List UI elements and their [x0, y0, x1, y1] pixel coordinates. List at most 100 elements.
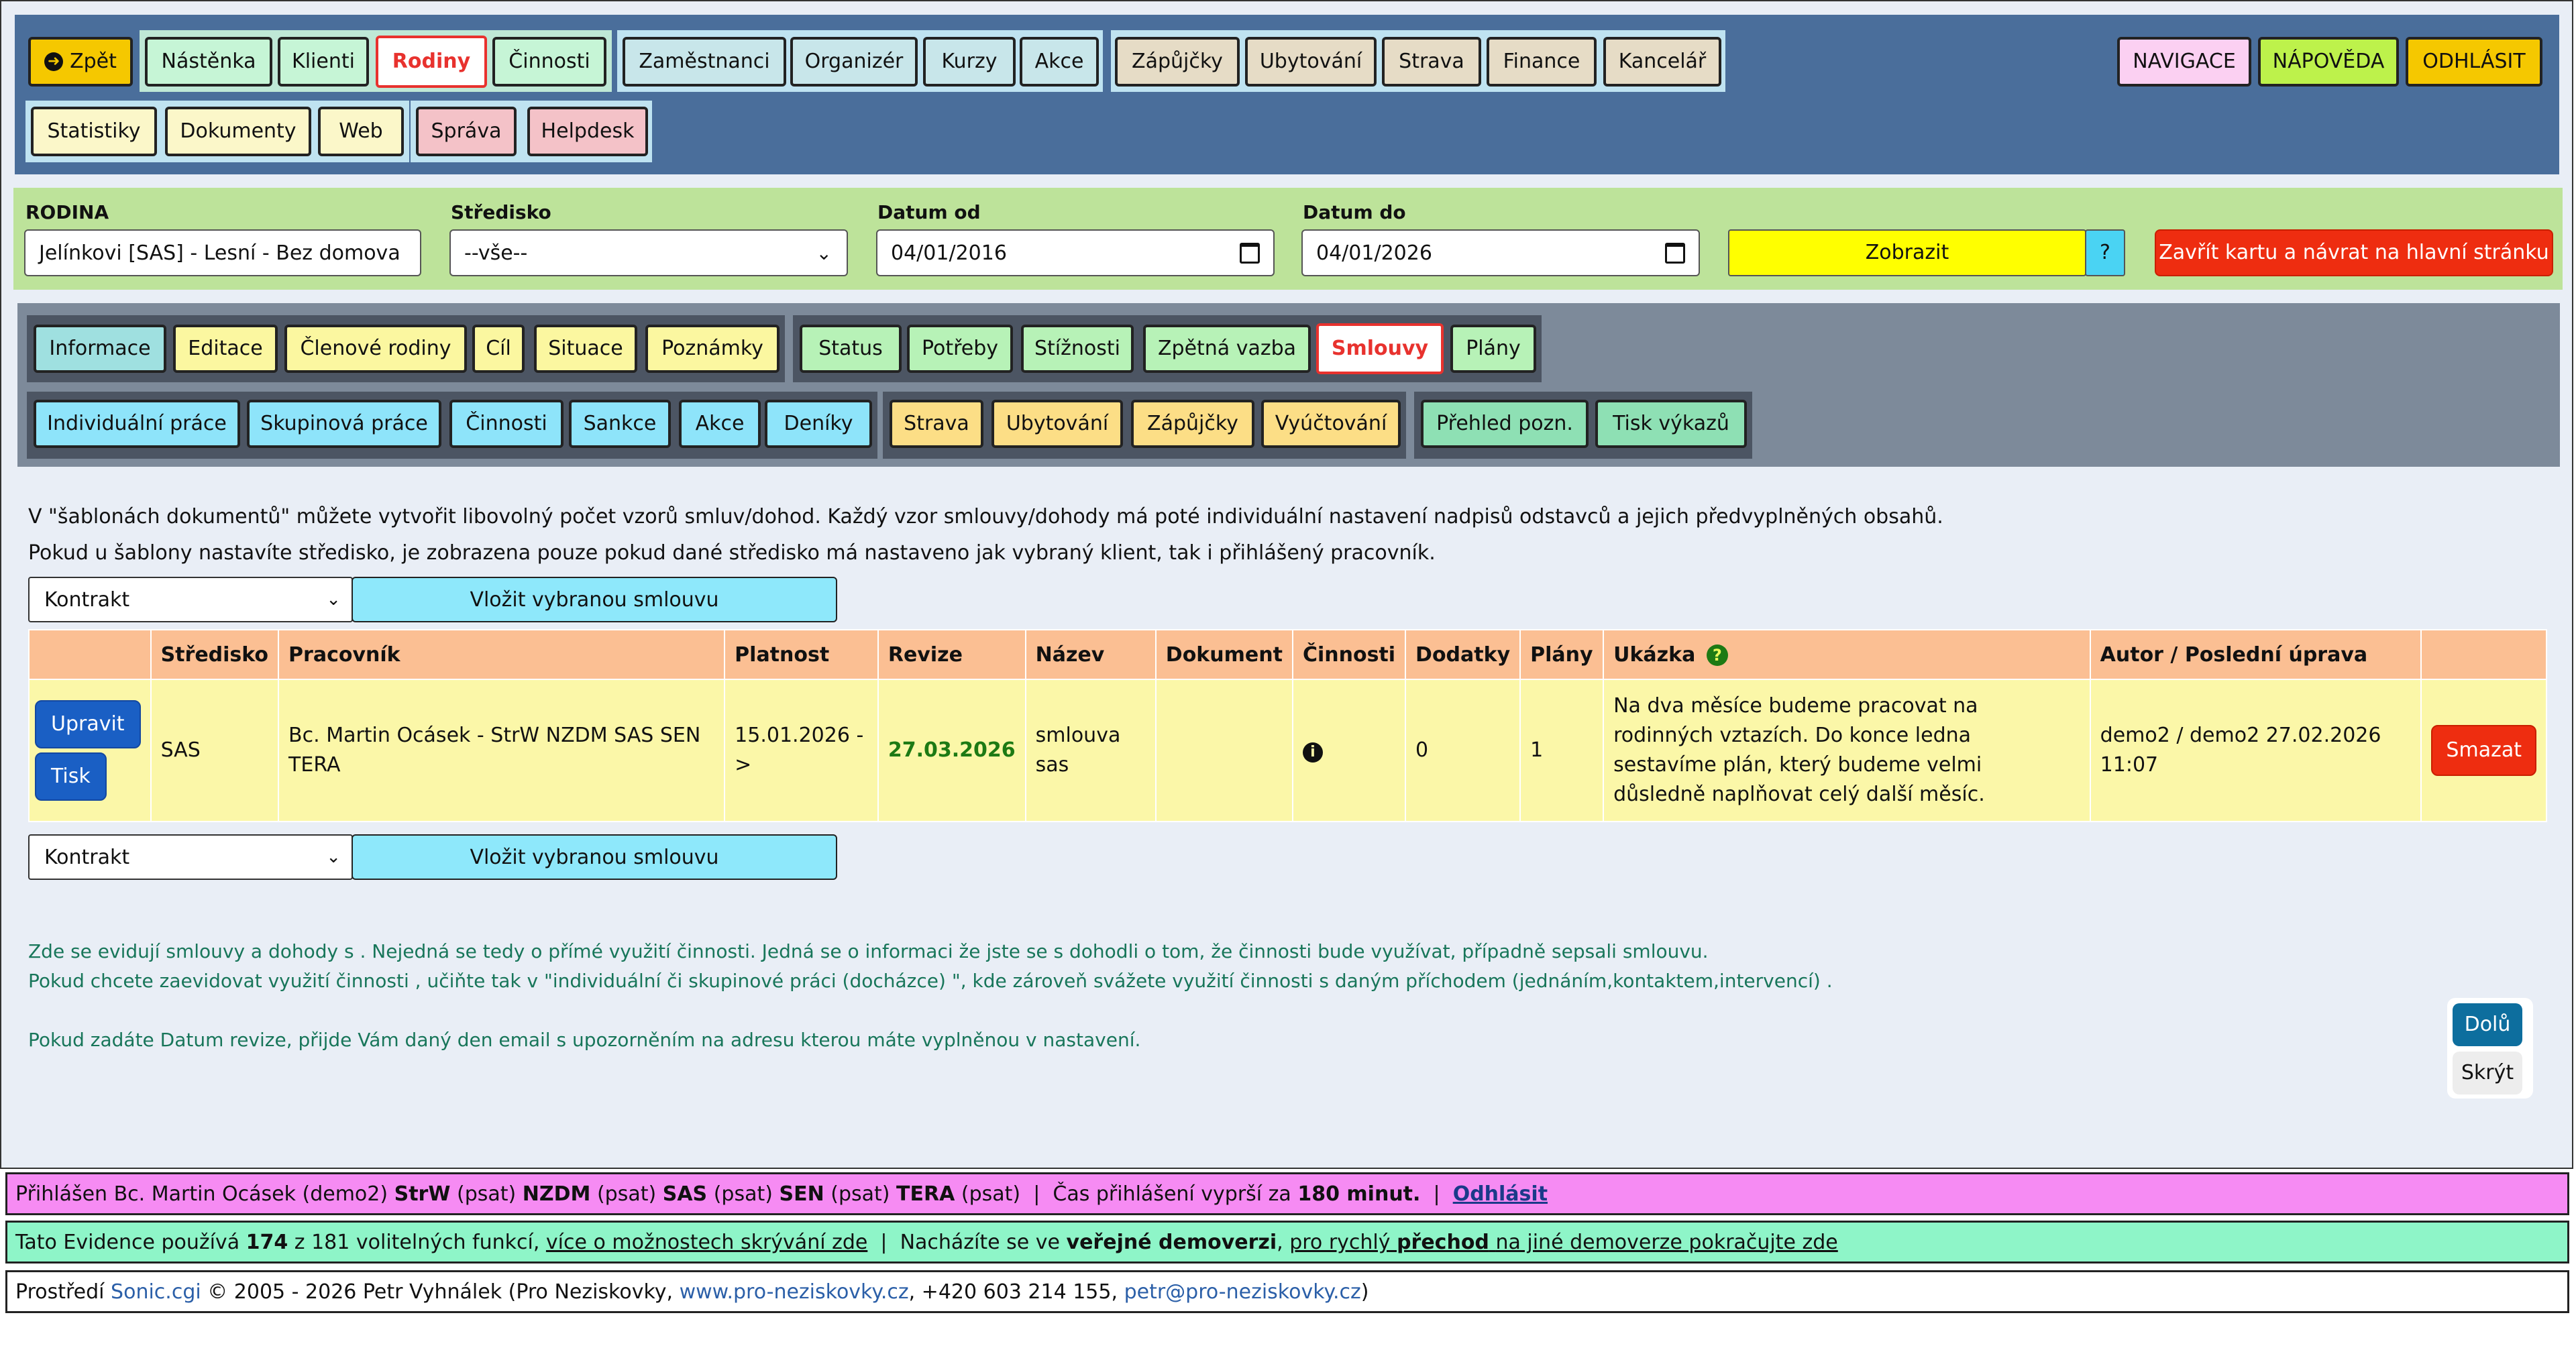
col-worker: Pracovník — [278, 629, 726, 680]
link-part: na jiné demoverze pokračujte zde — [1495, 1230, 1838, 1254]
logout-link[interactable]: Odhlásit — [1453, 1182, 1548, 1206]
link-part: přechod — [1397, 1230, 1489, 1254]
other-demos-link[interactable]: pro rychlý přechod na jiné demoverze pok… — [1289, 1231, 1838, 1254]
nav-documents[interactable]: Dokumenty — [165, 107, 311, 156]
nav-families[interactable]: Rodiny — [376, 36, 487, 88]
back-button[interactable]: ➜ Zpět — [28, 37, 133, 87]
col-actions — [28, 629, 152, 680]
sonic-link[interactable]: Sonic.cgi — [111, 1280, 201, 1304]
tab-sanctions[interactable]: Sankce — [569, 400, 671, 448]
tab-activities[interactable]: Činnosti — [449, 400, 564, 448]
note-line-2: Pokud chcete zaevidovat využití činnosti… — [28, 970, 1833, 992]
tab-goal[interactable]: Cíl — [472, 325, 525, 373]
tab-needs[interactable]: Potřeby — [907, 325, 1013, 373]
tab-food[interactable]: Strava — [890, 400, 983, 448]
center-select[interactable]: --vše-- ⌄ — [449, 229, 848, 276]
arrow-left-icon: ➜ — [44, 52, 64, 71]
tab-situation[interactable]: Situace — [534, 325, 637, 373]
nav-admin[interactable]: Správa — [416, 107, 517, 156]
tab-notes-overview[interactable]: Přehled pozn. — [1421, 400, 1589, 448]
tab-status[interactable]: Status — [800, 325, 902, 373]
tab-print-reports[interactable]: Tisk výkazů — [1595, 400, 1747, 448]
cell-preview: Na dva měsíce budeme pracovat na rodinný… — [1603, 679, 2091, 822]
col-center: Středisko — [150, 629, 280, 680]
tab-events[interactable]: Akce — [679, 400, 761, 448]
session-expire-value: 180 minut. — [1297, 1182, 1421, 1206]
email-link[interactable]: petr@pro-neziskovky.cz — [1124, 1280, 1361, 1304]
nav-loans[interactable]: Zápůjčky — [1115, 37, 1240, 87]
tab-diaries[interactable]: Deníky — [765, 400, 872, 448]
nav-dashboard[interactable]: Nástěnka — [145, 37, 272, 87]
family-value: Jelínkovi [SAS] - Lesní - Bez domova — [39, 241, 400, 265]
tab-billing[interactable]: Vyúčtování — [1261, 400, 1401, 448]
features-text: Tato Evidence používá — [15, 1230, 240, 1254]
nav-web[interactable]: Web — [318, 107, 404, 156]
nav-employees[interactable]: Zaměstnanci — [623, 37, 786, 87]
tab-edit[interactable]: Editace — [173, 325, 278, 373]
close-card-button[interactable]: Zavřít kartu a návrat na hlavní stránku — [2155, 229, 2553, 276]
chevron-down-icon: ⌄ — [326, 847, 341, 867]
nav-events[interactable]: Akce — [1020, 37, 1099, 87]
table-header-row: Středisko Pracovník Platnost Revize Náze… — [28, 629, 2547, 680]
features-total: z 181 volitelných funkcí, — [294, 1230, 540, 1254]
tab-information[interactable]: Informace — [34, 325, 166, 373]
edit-button[interactable]: Upravit — [35, 700, 141, 748]
date-to-input[interactable]: 04/01/2026 — [1301, 229, 1700, 276]
hide-panel-button[interactable]: Skrýt — [2453, 1052, 2522, 1094]
nav-clients[interactable]: Klienti — [278, 37, 369, 87]
scroll-down-button[interactable]: Dolů — [2453, 1003, 2522, 1046]
nav-accommodation[interactable]: Ubytování — [1245, 37, 1377, 87]
nav-office[interactable]: Kancelář — [1603, 37, 1721, 87]
intro-line-2: Pokud u šablony nastavíte středisko, je … — [28, 541, 1436, 565]
nav-statistics[interactable]: Statistiky — [31, 107, 157, 156]
nav-activities[interactable]: Činnosti — [492, 37, 606, 87]
contract-template-select-bottom[interactable]: Kontrakt ⌄ — [28, 834, 353, 880]
separator: | — [880, 1230, 888, 1254]
role-name: SEN — [779, 1182, 824, 1206]
help-question-icon[interactable]: ? — [1706, 644, 1728, 666]
tab-individual-work[interactable]: Individuální práce — [34, 400, 240, 448]
nav-finance[interactable]: Finance — [1487, 37, 1597, 87]
help-question-button[interactable]: ? — [2085, 229, 2125, 276]
demo-text: Nacházíte se ve — [900, 1230, 1060, 1254]
contract-select-value: Kontrakt — [44, 587, 130, 612]
nav-organizer[interactable]: Organizér — [790, 37, 918, 87]
note-line-1: Zde se evidují smlouvy a dohody s . Neje… — [28, 940, 1709, 962]
insert-contract-button-bottom[interactable]: Vložit vybranou smlouvu — [352, 834, 837, 880]
nav-helpdesk[interactable]: Helpdesk — [527, 107, 648, 156]
hiding-options-link[interactable]: více o možnostech skrývání zde — [546, 1231, 867, 1254]
tab-group-work[interactable]: Skupinová práce — [247, 400, 441, 448]
col-activities: Činnosti — [1291, 629, 1407, 680]
family-label: RODINA — [25, 201, 109, 223]
copyright-text: Prostředí — [15, 1280, 105, 1304]
tab-contracts[interactable]: Smlouvy — [1316, 323, 1444, 374]
help-menu-button[interactable]: NÁPOVĚDA — [2258, 37, 2399, 87]
show-button[interactable]: Zobrazit — [1728, 229, 2086, 276]
copyright-text: ) — [1360, 1280, 1369, 1304]
tab-loans[interactable]: Zápůjčky — [1131, 400, 1254, 448]
tab-complaints[interactable]: Stížnosti — [1021, 325, 1134, 373]
tab-family-members[interactable]: Členové rodiny — [284, 325, 467, 373]
cell-addenda: 0 — [1405, 679, 1521, 822]
tab-plans[interactable]: Plány — [1450, 325, 1536, 373]
tab-accommodation[interactable]: Ubytování — [991, 400, 1123, 448]
insert-contract-button-top[interactable]: Vložit vybranou smlouvu — [352, 577, 837, 622]
delete-button[interactable]: Smazat — [2431, 725, 2536, 776]
navigation-button[interactable]: NAVIGACE — [2117, 37, 2251, 87]
date-from-input[interactable]: 04/01/2016 — [876, 229, 1275, 276]
tab-feedback[interactable]: Zpětná vazba — [1143, 325, 1311, 373]
center-label: Středisko — [451, 201, 551, 223]
contract-template-select-top[interactable]: Kontrakt ⌄ — [28, 577, 353, 622]
family-field[interactable]: Jelínkovi [SAS] - Lesní - Bez domova — [24, 229, 421, 276]
date-from-label: Datum od — [877, 201, 981, 223]
cell-center: SAS — [150, 679, 280, 822]
print-button[interactable]: Tisk — [35, 752, 107, 801]
cell-author: demo2 / demo2 27.02.2026 11:07 — [2089, 679, 2422, 822]
website-link[interactable]: www.pro-neziskovky.cz — [680, 1280, 909, 1304]
info-icon[interactable]: i — [1302, 742, 1323, 763]
logout-top-button[interactable]: ODHLÁSIT — [2406, 37, 2542, 87]
nav-courses[interactable]: Kurzy — [923, 37, 1016, 87]
nav-food[interactable]: Strava — [1382, 37, 1481, 87]
tab-notes[interactable]: Poznámky — [645, 325, 780, 373]
date-to-value: 04/01/2026 — [1316, 241, 1432, 265]
